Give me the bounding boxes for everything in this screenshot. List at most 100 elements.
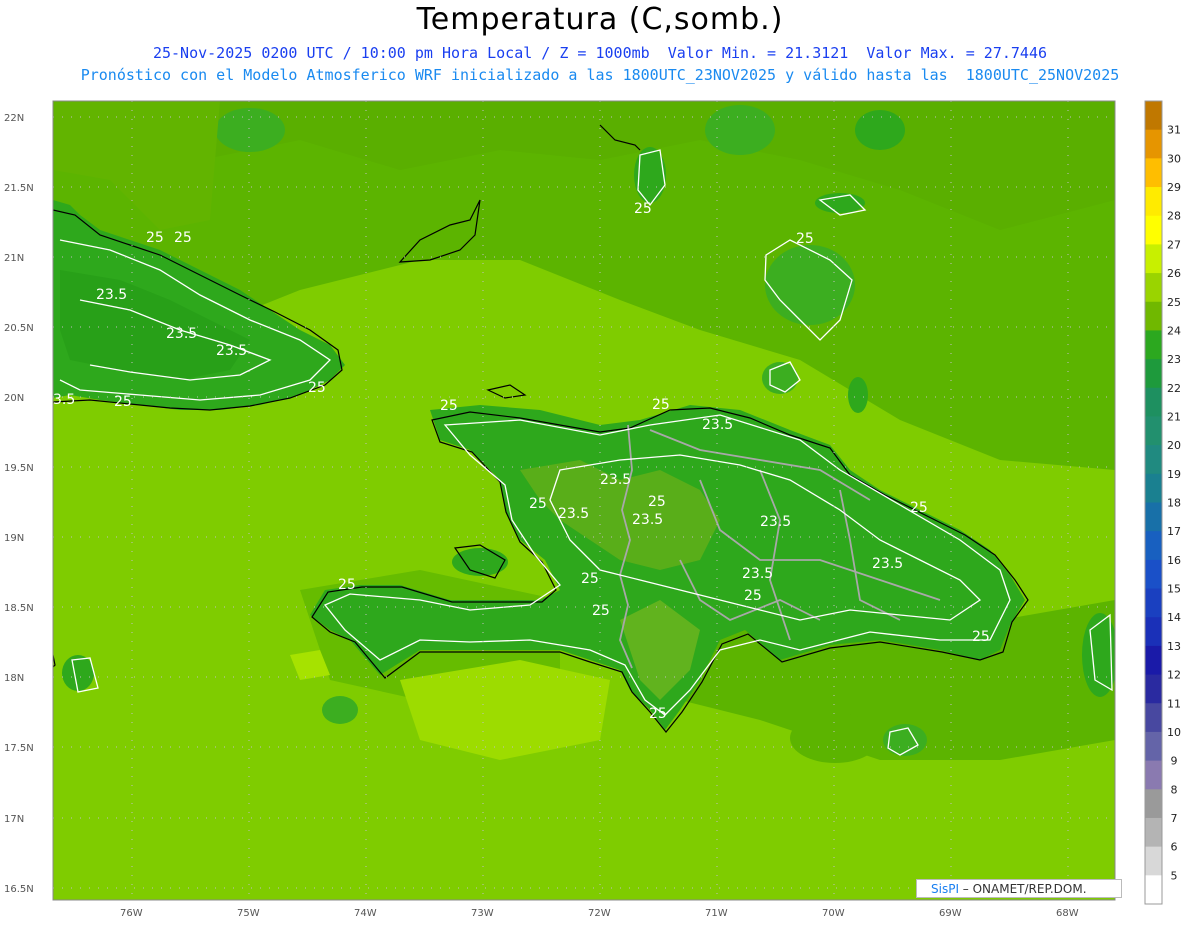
lon-label: 70W <box>822 908 845 919</box>
temperature-field: 25 25 23.5 23.5 23.5 3.5 25 25 25 23.5 2… <box>53 101 1115 900</box>
lon-label: 68W <box>1056 908 1079 919</box>
lon-label: 76W <box>120 908 143 919</box>
contour-label: 25 <box>529 496 547 512</box>
colorbar-swatch <box>1145 387 1162 417</box>
contour-label: 25 <box>910 500 928 516</box>
contour-label: 23.5 <box>216 343 247 359</box>
colorbar-swatch <box>1145 215 1162 245</box>
credit-text: – ONAMET/REP.DOM. <box>958 882 1087 896</box>
colorbar-swatch <box>1145 731 1162 762</box>
colorbar-label: 31 <box>1167 124 1181 137</box>
contour-label: 25 <box>581 571 599 587</box>
contour-label: 25 <box>972 629 990 645</box>
colorbar-swatch <box>1145 445 1162 475</box>
lat-label: 17.5N <box>4 743 34 754</box>
contour-label: 25 <box>796 231 814 247</box>
colorbar-label: 20 <box>1167 439 1181 452</box>
lon-label: 71W <box>705 908 728 919</box>
colorbar-swatch <box>1145 760 1162 790</box>
colorbar-swatch <box>1145 617 1162 647</box>
contour-label: 25 <box>649 706 667 722</box>
contour-label: 25 <box>114 394 132 410</box>
colorbar-label: 17 <box>1167 525 1181 538</box>
lon-label: 73W <box>471 908 494 919</box>
island-south-1 <box>790 713 880 763</box>
colorbar-label: 10 <box>1167 726 1181 739</box>
island-north-7 <box>855 110 905 150</box>
colorbar-swatch <box>1145 703 1162 733</box>
lat-label: 17N <box>4 814 24 825</box>
latitude-axis: 22N 21.5N 21N 20.5N 20N 19.5N 19N 18.5N … <box>4 113 34 895</box>
colorbar-swatch <box>1145 129 1162 159</box>
colorbar-label: 29 <box>1167 181 1181 194</box>
lat-label: 18N <box>4 673 24 684</box>
jamaica-east <box>62 655 94 691</box>
lat-label: 21N <box>4 253 24 264</box>
lat-label: 21.5N <box>4 183 34 194</box>
colorbar-swatch <box>1145 846 1162 876</box>
colorbar-swatch <box>1145 875 1162 905</box>
colorbar-swatch <box>1145 158 1162 188</box>
contour-label: 25 <box>634 201 652 217</box>
colorbar-label: 8 <box>1171 783 1178 796</box>
colorbar-label: 14 <box>1167 611 1181 624</box>
lon-label: 74W <box>354 908 377 919</box>
lat-label: 20N <box>4 393 24 404</box>
contour-label: 23.5 <box>166 326 197 342</box>
contour-label: 25 <box>308 380 326 396</box>
colorbar-label: 22 <box>1167 382 1181 395</box>
puerto-rico-west <box>1082 613 1115 697</box>
contour-label: 25 <box>146 230 164 246</box>
credit-box: SisPI – ONAMET/REP.DOM. <box>916 879 1122 898</box>
colorbar-swatch <box>1145 645 1162 676</box>
longitude-axis: 76W 75W 74W 73W 72W 71W 70W 69W 68W <box>120 908 1079 919</box>
contour-label: 23.5 <box>558 506 589 522</box>
lat-label: 18.5N <box>4 603 34 614</box>
contour-label: 25 <box>744 588 762 604</box>
colorbar-label: 27 <box>1167 238 1181 251</box>
colorbar-swatch <box>1145 359 1162 389</box>
contour-label: 25 <box>440 398 458 414</box>
lat-label: 19N <box>4 533 24 544</box>
contour-label: 23.5 <box>742 566 773 582</box>
colorbar-label: 11 <box>1167 697 1181 710</box>
colorbar-label: 16 <box>1167 554 1181 567</box>
colorbar-swatch <box>1145 244 1162 274</box>
lon-label: 72W <box>588 908 611 919</box>
contour-label: 23.5 <box>872 556 903 572</box>
colorbar-label: 19 <box>1167 468 1181 481</box>
colorbar-swatch <box>1145 101 1162 131</box>
colorbar-label: 24 <box>1167 324 1181 337</box>
island-north-6 <box>705 105 775 155</box>
colorbar: 31 30 29 28 27 26 25 24 23 22 21 20 19 18 17 16 15 14 13 12… <box>1144 100 1181 905</box>
colorbar-swatch <box>1145 588 1162 618</box>
colorbar-label: 6 <box>1171 841 1178 854</box>
island-north-4 <box>848 377 868 413</box>
colorbar-label: 30 <box>1167 152 1181 165</box>
sispi-logo: SisPI <box>931 882 959 896</box>
colorbar-swatch <box>1145 301 1162 331</box>
lat-label: 22N <box>4 113 24 124</box>
contour-label: 25 <box>592 603 610 619</box>
colorbar-label: 5 <box>1171 869 1178 882</box>
lat-label: 16.5N <box>4 884 34 895</box>
colorbar-label: 9 <box>1171 755 1178 768</box>
contour-label: 25 <box>648 494 666 510</box>
colorbar-label: 15 <box>1167 583 1181 596</box>
lon-label: 75W <box>237 908 260 919</box>
colorbar-swatch <box>1145 559 1162 590</box>
colorbar-label: 18 <box>1167 497 1181 510</box>
colorbar-label: 7 <box>1171 812 1178 825</box>
contour-label: 23.5 <box>702 417 733 433</box>
colorbar-swatch <box>1145 273 1162 303</box>
lat-label: 20.5N <box>4 323 34 334</box>
contour-label: 3.5 <box>53 392 75 408</box>
lat-label: 19.5N <box>4 463 34 474</box>
contour-label: 23.5 <box>96 287 127 303</box>
colorbar-label: 21 <box>1167 410 1181 423</box>
colorbar-swatch <box>1145 502 1162 532</box>
colorbar-label: 12 <box>1167 669 1181 682</box>
colorbar-swatch <box>1145 674 1162 704</box>
contour-label: 23.5 <box>600 472 631 488</box>
contour-label: 25 <box>652 397 670 413</box>
